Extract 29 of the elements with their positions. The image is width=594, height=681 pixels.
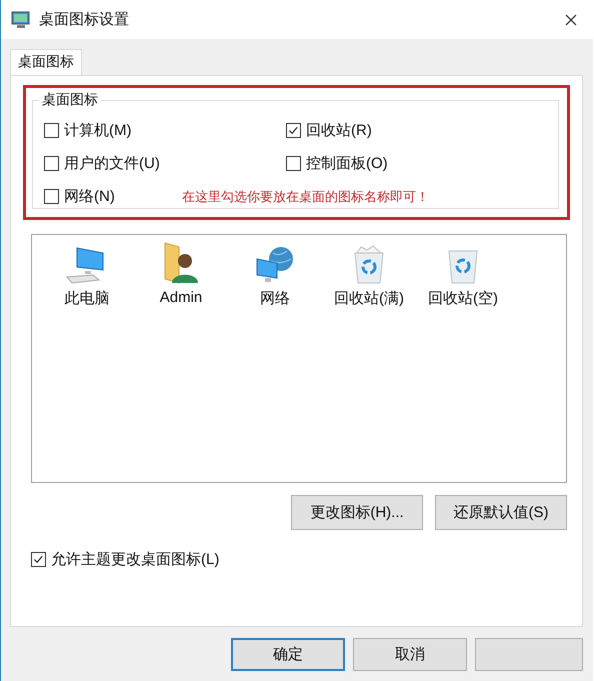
action-button[interactable]: 更改图标(H)... [291,495,423,530]
icon-label[interactable]: 回收站(空) [428,289,498,308]
checkbox[interactable] [31,552,46,567]
monitor-icon [11,10,31,28]
window-title: 桌面图标设置 [39,10,129,29]
icon-label[interactable]: 此电脑 [64,289,110,308]
checkbox-label: 回收站(R) [306,121,372,140]
checkmark-icon [287,124,300,137]
dialog-button[interactable]: 取消 [353,638,467,671]
group-title: 桌面图标 [39,91,101,109]
icon-label[interactable]: 回收站(满) [334,289,404,308]
checkbox[interactable] [286,123,301,138]
action-button[interactable]: 还原默认值(S) [435,495,567,530]
tab[interactable]: 桌面图标 [10,49,82,75]
checkbox-label: 用户的文件(U) [64,154,160,173]
close-icon[interactable] [565,14,577,26]
checkbox[interactable] [286,156,301,171]
checkbox-label: 控制面板(O) [306,154,388,173]
checkmark-icon [32,553,45,566]
checkbox-label: 计算机(M) [64,121,132,140]
checkbox-label: 允许主题更改桌面图标(L) [51,550,220,569]
checkbox[interactable] [44,156,59,171]
icon-label[interactable]: Admin [160,289,202,306]
icon-label[interactable]: 网络 [260,289,290,308]
dialog-button[interactable]: 确定 [231,638,345,671]
hint-text: 在这里勾选你要放在桌面的图标名称即可！ [182,188,429,206]
checkbox[interactable] [44,189,59,204]
checkbox-label: 网络(N) [64,187,115,206]
checkbox[interactable] [44,123,59,138]
